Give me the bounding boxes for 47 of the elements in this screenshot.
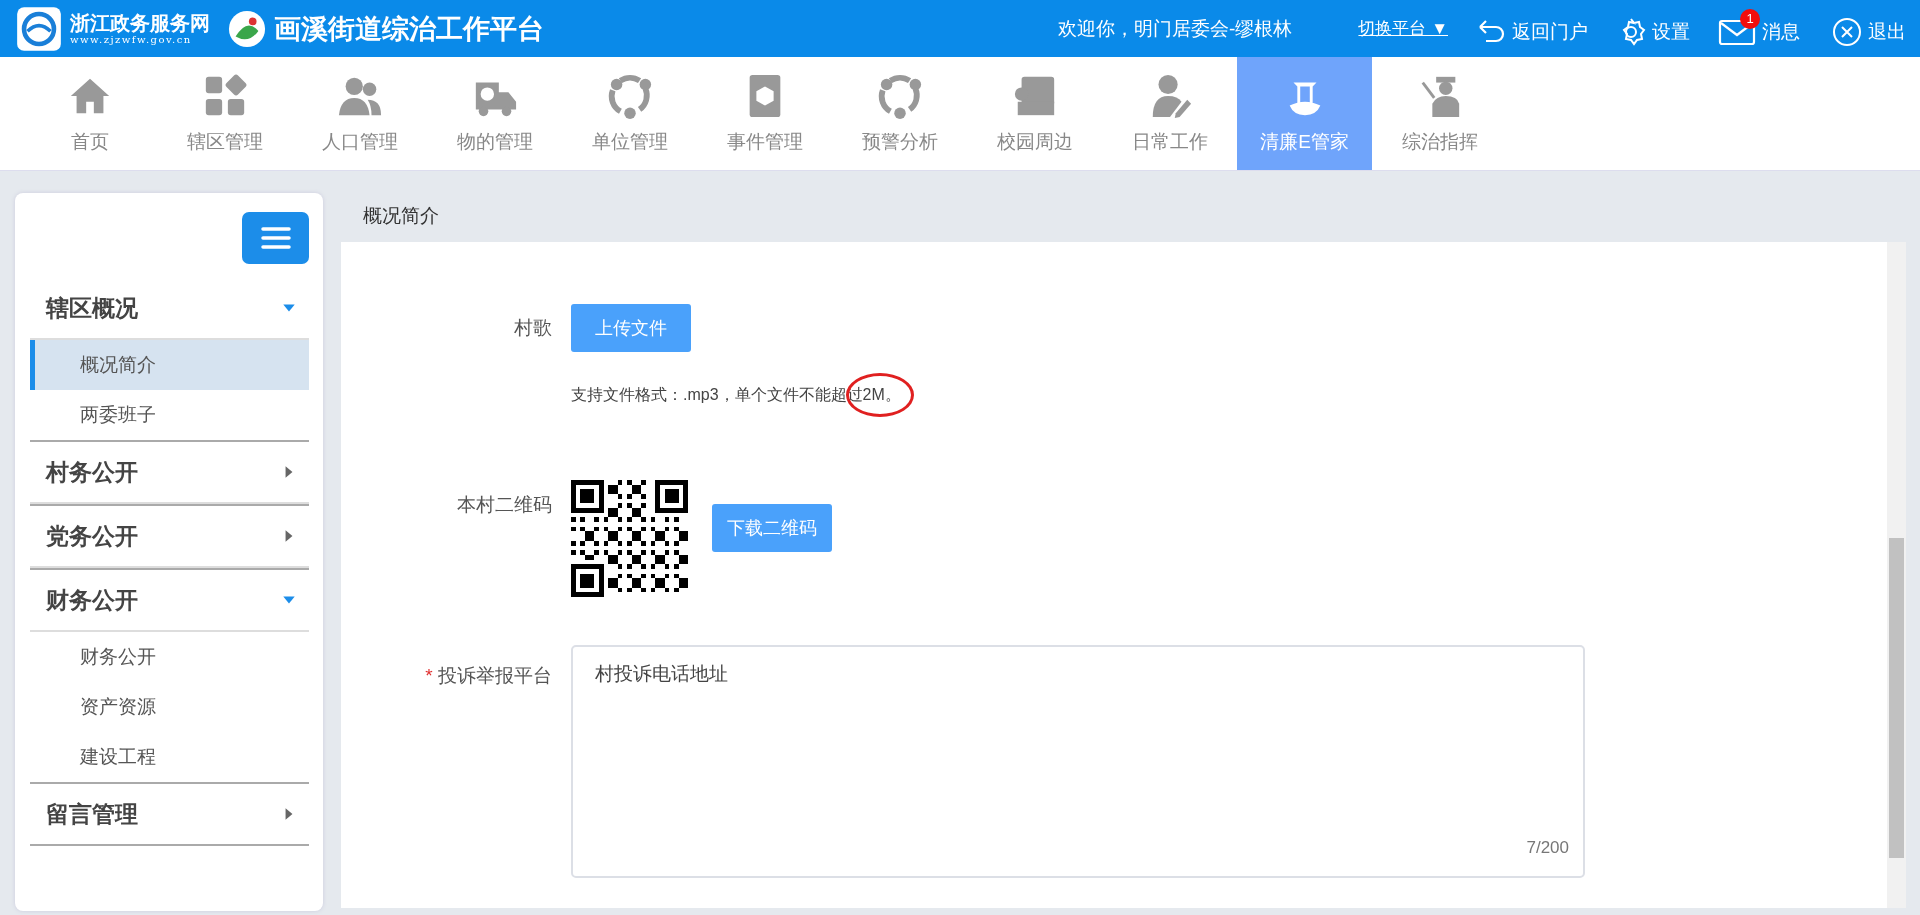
sidebar-group[interactable]: 党务公开 bbox=[30, 506, 309, 568]
sidebar-item[interactable]: 建设工程 bbox=[30, 732, 309, 782]
field-label: 村歌 bbox=[513, 316, 553, 340]
site-name: 浙江政务服务网 bbox=[70, 12, 210, 34]
message-count-badge: 1 bbox=[1740, 8, 1760, 29]
sidebar-item[interactable]: 概况简介 bbox=[30, 340, 309, 390]
settings-link[interactable]: 设置 bbox=[1616, 6, 1690, 51]
sidebar-item[interactable]: 资产资源 bbox=[30, 682, 309, 732]
close-icon bbox=[1832, 16, 1862, 47]
logout-link[interactable]: 退出 bbox=[1832, 6, 1906, 51]
nav-tab[interactable]: 综治指挥 bbox=[1372, 57, 1507, 170]
nav-tab[interactable]: 预警分析 bbox=[832, 57, 967, 170]
download-qr-button[interactable]: 下载二维码 bbox=[712, 504, 832, 552]
back-link[interactable]: 返回门户 bbox=[1476, 6, 1588, 51]
breadcrumb: 概况简介 bbox=[363, 204, 439, 228]
nav-tab[interactable]: 日常工作 bbox=[1102, 57, 1237, 170]
menu-button[interactable] bbox=[242, 212, 309, 264]
portal-logo-icon bbox=[16, 5, 62, 52]
nav-tab[interactable]: 人口管理 bbox=[292, 57, 427, 170]
sidebar-group[interactable]: 留言管理 bbox=[30, 784, 309, 844]
nav-tab[interactable]: 清廉E管家 bbox=[1237, 57, 1372, 170]
site-url: www.zjzwfw.gov.cn bbox=[70, 34, 193, 45]
textarea-field[interactable]: 村投诉电话地址 7/200 bbox=[571, 645, 1585, 878]
char-counter: 7/200 bbox=[1526, 838, 1569, 858]
platform-logo-icon bbox=[228, 9, 266, 48]
welcome-text: 欢迎你，明门居委会-缪根林 bbox=[1058, 16, 1293, 41]
sidebar-item[interactable]: 财务公开 bbox=[30, 632, 309, 682]
nav-tab[interactable]: 辖区管理 bbox=[157, 57, 292, 170]
menu-icon bbox=[260, 226, 291, 250]
sidebar-item[interactable]: 两委班子 bbox=[30, 390, 309, 440]
network-icon bbox=[606, 72, 653, 119]
field-label: 本村二维码 bbox=[456, 493, 553, 517]
nav-tab[interactable]: 首页 bbox=[22, 57, 157, 170]
upload-button[interactable]: 上传文件 bbox=[571, 304, 691, 352]
nav-tab[interactable]: 校园周边 bbox=[967, 57, 1102, 170]
sidebar-group[interactable]: 村务公开 bbox=[30, 442, 309, 504]
field-label: 投诉举报平台 bbox=[438, 665, 552, 686]
nav-tab[interactable]: 事件管理 bbox=[697, 57, 832, 170]
network-icon bbox=[876, 72, 923, 119]
required-mark: * bbox=[425, 665, 433, 686]
nav-tab[interactable]: 单位管理 bbox=[562, 57, 697, 170]
switch-platform-link[interactable]: 切换平台 ▼ bbox=[1358, 17, 1448, 40]
nav-tab[interactable]: 物的管理 bbox=[427, 57, 562, 170]
messages-link[interactable]: 1 消息 bbox=[1718, 7, 1804, 50]
platform-title: 画溪街道综治工作平台 bbox=[274, 12, 544, 46]
sidebar-group[interactable]: 财务公开 bbox=[30, 570, 309, 632]
scrollbar[interactable] bbox=[1887, 242, 1906, 908]
